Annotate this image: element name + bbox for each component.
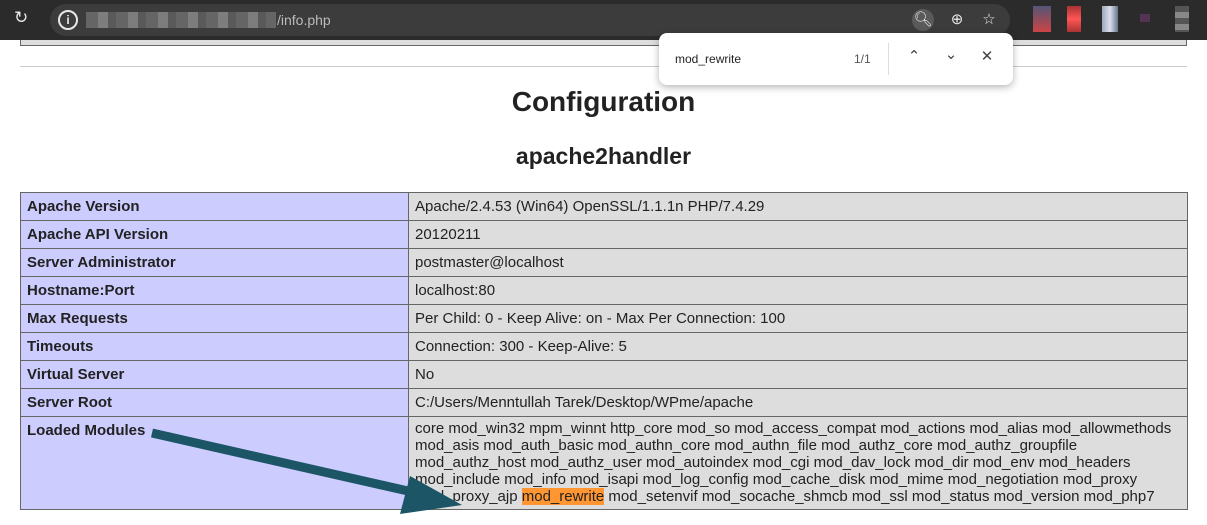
annotation-arrow	[151, 428, 462, 514]
close-icon[interactable]: ✕	[976, 47, 998, 65]
arrow-shaft	[151, 428, 431, 501]
chevron-up-icon[interactable]: ⌃	[903, 47, 925, 65]
chevron-down-icon[interactable]: ⌄	[940, 45, 962, 63]
find-bar: mod_rewrite 1/1 ⌃ ⌄ ✕	[659, 33, 1013, 85]
arrow-head	[400, 476, 462, 514]
divider	[888, 43, 889, 75]
find-count: 1/1	[854, 52, 871, 66]
find-input[interactable]: mod_rewrite	[675, 52, 741, 66]
